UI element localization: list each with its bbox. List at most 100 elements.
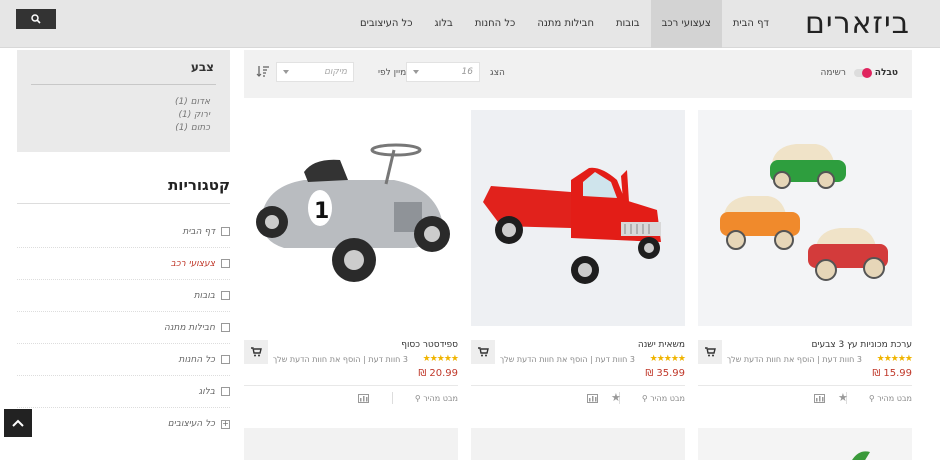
wishlist-star-icon[interactable]: ★	[611, 391, 621, 404]
product-price: 35.99 ₪	[645, 368, 685, 379]
product-card[interactable]: משאית ישנה ★★★★★ 3 חוות דעת | הוסף את חו…	[471, 110, 686, 410]
show-count-label: הצג	[490, 68, 505, 78]
category-label[interactable]: דף הבית	[182, 227, 215, 237]
product-price: 20.99 ₪	[418, 368, 458, 379]
divider	[392, 392, 393, 404]
quick-view-label: מבט מהיר	[877, 394, 912, 403]
search-icon: ⚲	[414, 394, 421, 403]
nav-item-vehicle-toys[interactable]: צעצועי רכב	[650, 0, 722, 48]
sort-by-value: מיקום	[324, 67, 347, 77]
category-checkbox[interactable]	[221, 227, 230, 236]
chevron-up-icon	[12, 419, 24, 427]
product-reviews-link[interactable]: 3 חוות דעת | הוסף את חוות הדעת שלך	[500, 355, 635, 364]
show-count-value: 16	[461, 67, 473, 77]
category-label[interactable]: כל החנות	[179, 355, 215, 365]
color-option-orange[interactable]: כתום (1)	[175, 122, 210, 135]
divider	[31, 84, 216, 85]
svg-text:1: 1	[314, 199, 329, 224]
product-card-next-row[interactable]	[244, 428, 458, 460]
scroll-to-top-button[interactable]	[4, 409, 32, 437]
divider	[17, 203, 230, 204]
nav-item-home[interactable]: דף הבית	[722, 0, 780, 48]
site-header: ביזארים דף הבית צעצועי רכב בובות חבילות …	[0, 0, 940, 48]
color-filter: צבע אדום (1) ירוק (1) כתום (1)	[17, 50, 230, 152]
color-option-red[interactable]: אדום (1)	[175, 96, 210, 109]
category-checkbox[interactable]	[221, 355, 230, 364]
search-icon: ⚲	[868, 394, 875, 403]
quick-view-button[interactable]: מבט מהיר ⚲	[415, 394, 458, 403]
category-label[interactable]: כל העיצובים	[168, 419, 215, 429]
nav-item-gift-packs[interactable]: חבילות מתנה	[526, 0, 605, 48]
nav-item-blog[interactable]: בלוג	[424, 0, 464, 48]
sort-direction-icon[interactable]	[256, 64, 270, 78]
product-card[interactable]: ערכת מכוניות עץ 3 צבעים ★★★★★ 3 חוות דעת…	[698, 110, 913, 410]
product-price: 15.99 ₪	[872, 368, 912, 379]
product-image-old-truck[interactable]	[471, 110, 685, 326]
add-to-cart-button[interactable]	[471, 340, 495, 364]
category-item-all-designs[interactable]: + כל העיצובים	[17, 408, 230, 440]
category-item-gift-packs[interactable]: חבילות מתנה	[17, 312, 230, 344]
speedster-illustration: 1	[244, 110, 458, 326]
show-count-select[interactable]: 16	[406, 62, 480, 82]
product-name[interactable]: ספידסטר כסוף	[401, 340, 458, 350]
page: ביזארים דף הבית צעצועי רכב בובות חבילות …	[0, 0, 940, 460]
main-nav: דף הבית צעצועי רכב בובות חבילות מתנה כל …	[349, 0, 780, 48]
view-mode-toggle[interactable]	[854, 68, 872, 78]
search-button[interactable]	[16, 9, 56, 29]
rating-stars: ★★★★★	[876, 354, 913, 364]
cart-icon	[477, 347, 489, 357]
product-reviews-link[interactable]: 3 חוות דעת | הוסף את חוות הדעת שלך	[273, 355, 408, 364]
view-mode-list[interactable]: רשימה	[821, 68, 846, 78]
category-checkbox[interactable]	[221, 259, 230, 268]
rating-stars: ★★★★★	[649, 354, 686, 364]
chevron-down-icon	[413, 70, 419, 74]
sort-by-label: מיין לפי	[378, 68, 407, 78]
quick-view-button[interactable]: מבט מהיר ⚲	[869, 394, 912, 403]
product-image-partial	[852, 451, 870, 460]
add-to-cart-button[interactable]	[698, 340, 722, 364]
wooden-cars-illustration	[698, 110, 912, 326]
color-option-green[interactable]: ירוק (1)	[175, 109, 210, 122]
quick-view-button[interactable]: מבט מהיר ⚲	[642, 394, 685, 403]
sort-by-select[interactable]: מיקום	[276, 62, 354, 82]
categories-title: קטגוריות	[168, 176, 230, 194]
product-reviews-link[interactable]: 3 חוות דעת | הוסף את חוות הדעת שלך	[727, 355, 862, 364]
category-checkbox[interactable]	[221, 323, 230, 332]
category-label[interactable]: צעצועי רכב	[171, 259, 215, 269]
category-label[interactable]: חבילות מתנה	[164, 323, 215, 333]
nav-item-dolls[interactable]: בובות	[605, 0, 651, 48]
nav-item-all-designs[interactable]: כל העיצובים	[349, 0, 424, 48]
product-card-next-row[interactable]	[471, 428, 685, 460]
site-logo[interactable]: ביזארים	[805, 6, 910, 41]
category-item-dolls[interactable]: בובות	[17, 280, 230, 312]
compare-icon[interactable]	[814, 394, 825, 403]
category-checkbox[interactable]	[221, 387, 230, 396]
divider	[244, 385, 458, 386]
compare-icon[interactable]	[358, 394, 369, 403]
compare-icon[interactable]	[587, 394, 598, 403]
red-truck-illustration	[471, 110, 685, 326]
product-image-silver-speedster[interactable]: 1	[244, 110, 458, 326]
category-item-all-store[interactable]: כל החנות	[17, 344, 230, 376]
product-name[interactable]: משאית ישנה	[638, 340, 685, 350]
product-toolbar: טבלה רשימה הצג 16 מיין לפי מיקום	[244, 50, 912, 98]
product-card[interactable]: 1 ספידסטר כסוף ★★★★★ 3 חוות דעת | הוסף א…	[244, 110, 459, 410]
quick-view-label: מבט מהיר	[650, 394, 685, 403]
product-card-next-row[interactable]	[698, 428, 912, 460]
product-image-wooden-cars[interactable]	[698, 110, 912, 326]
category-label[interactable]: בובות	[194, 291, 215, 301]
category-item-blog[interactable]: בלוג	[17, 376, 230, 408]
wishlist-star-icon[interactable]: ★	[838, 391, 848, 404]
nav-item-all-store[interactable]: כל החנות	[464, 0, 527, 48]
category-checkbox[interactable]	[221, 291, 230, 300]
toggle-knob	[862, 68, 872, 78]
cart-icon	[704, 347, 716, 357]
category-label[interactable]: בלוג	[199, 387, 215, 397]
view-mode-grid[interactable]: טבלה	[875, 68, 898, 78]
add-to-cart-button[interactable]	[244, 340, 268, 364]
chevron-down-icon	[283, 70, 289, 74]
category-item-home[interactable]: דף הבית	[17, 216, 230, 248]
product-name[interactable]: ערכת מכוניות עץ 3 צבעים	[811, 340, 912, 350]
expand-icon[interactable]: +	[221, 419, 230, 429]
category-item-vehicle-toys[interactable]: צעצועי רכב	[17, 248, 230, 280]
